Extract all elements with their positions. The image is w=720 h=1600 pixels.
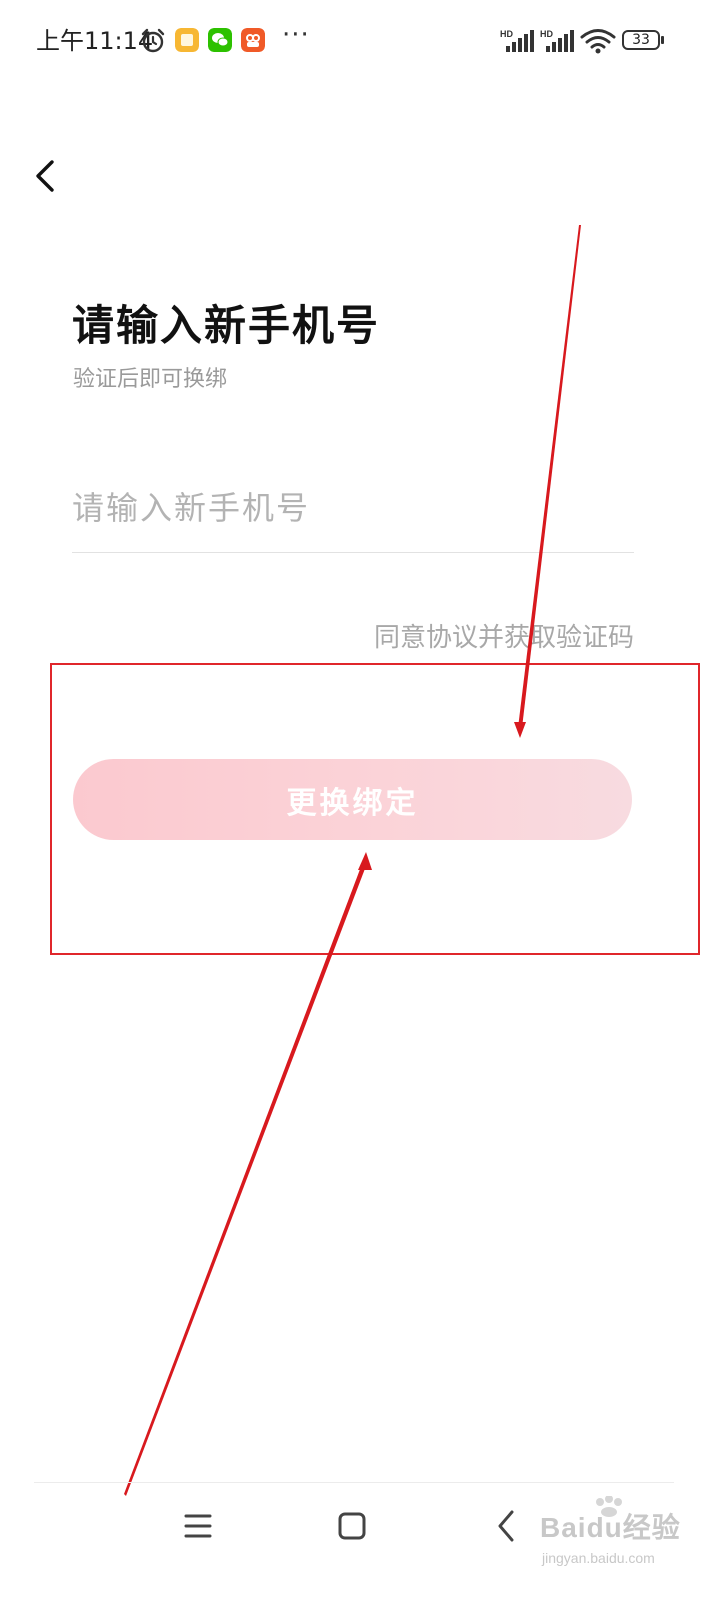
signal-strength-icon: HD: [500, 29, 534, 52]
notes-app-icon: [175, 28, 199, 52]
back-arrow-icon[interactable]: [24, 150, 68, 202]
page-title: 请输入新手机号: [72, 301, 381, 350]
battery-level: 33: [622, 30, 660, 50]
baidu-jingyan-watermark: Baidu经验 jingyan.baidu.com: [540, 1496, 690, 1586]
back-nav-icon[interactable]: [484, 1504, 528, 1548]
annotation-arrow-bottom: [124, 864, 366, 1496]
home-icon[interactable]: [330, 1504, 374, 1548]
status-bar: 上午11:14 ··· HD HD 33: [0, 0, 720, 84]
rebind-button[interactable]: 更换绑定: [73, 759, 632, 840]
input-underline: [72, 552, 634, 553]
watermark-brand: Baidu经验: [540, 1512, 681, 1543]
watermark-url: jingyan.baidu.com: [542, 1550, 655, 1566]
signal-strength-icon-2: HD: [540, 29, 574, 52]
new-phone-input[interactable]: [72, 478, 634, 538]
change-phone-screen: 上午11:14 ··· HD HD 33 请输入新手机号 验证后即可换绑 请输入…: [0, 0, 720, 1600]
svg-text:HD: HD: [540, 29, 553, 39]
get-verification-code-link[interactable]: 同意协议并获取验证码: [374, 620, 634, 656]
menu-icon[interactable]: [176, 1504, 220, 1548]
status-time: 上午11:14: [36, 27, 154, 55]
more-notifications-icon: ···: [282, 20, 310, 50]
page-subtitle: 验证后即可换绑: [73, 367, 228, 392]
shopping-app-icon: [241, 28, 265, 52]
alarm-clock-icon: [141, 28, 165, 53]
svg-text:HD: HD: [500, 29, 513, 39]
battery-tip: [661, 36, 664, 44]
battery-icon: 33: [622, 30, 666, 52]
wifi-icon: [580, 29, 616, 54]
nav-divider: [34, 1482, 674, 1483]
wechat-icon: [208, 28, 232, 52]
